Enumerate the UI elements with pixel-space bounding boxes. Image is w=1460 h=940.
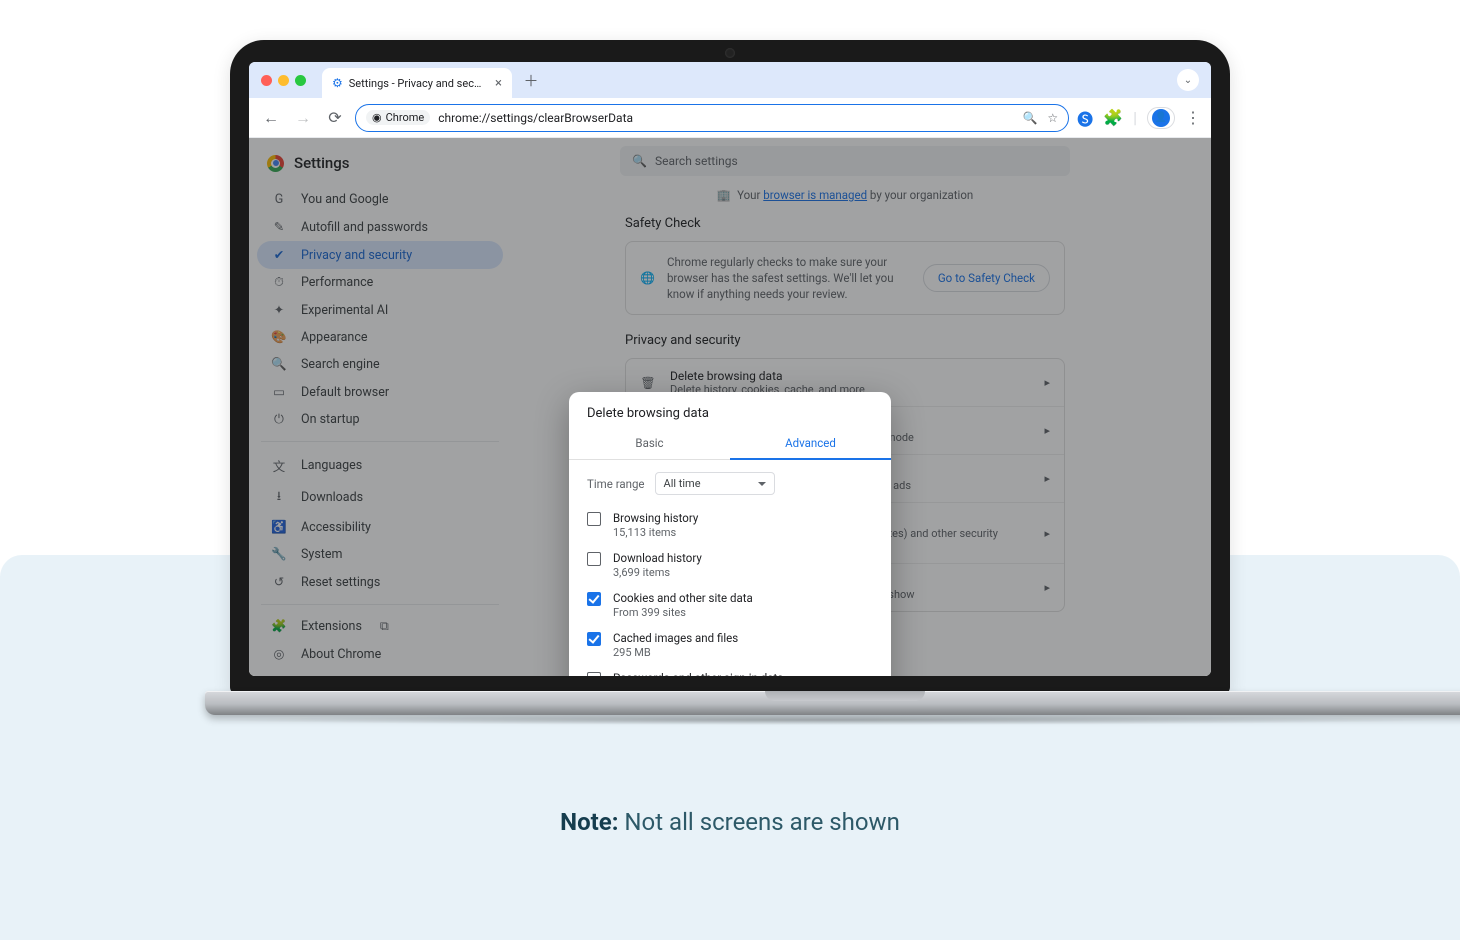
sync-icon[interactable]: 🅢 [1077, 106, 1093, 130]
tab-strip: ⚙ Settings - Privacy and security × ＋ ⌄ [249, 62, 1211, 98]
option-passwords[interactable]: Passwords and other sign-in data8 passwo… [587, 665, 873, 676]
checkbox[interactable] [587, 632, 601, 646]
tab-advanced[interactable]: Advanced [730, 429, 891, 460]
delete-browsing-data-dialog: Delete browsing data Basic Advanced Time… [569, 392, 891, 676]
screen: ⚙ Settings - Privacy and security × ＋ ⌄ … [249, 62, 1211, 676]
laptop-base [205, 691, 1460, 715]
url-text: chrome://settings/clearBrowserData [438, 111, 633, 125]
checkbox[interactable] [587, 552, 601, 566]
tab-basic[interactable]: Basic [569, 429, 730, 459]
new-tab-button[interactable]: ＋ [518, 67, 544, 93]
checkbox[interactable] [587, 592, 601, 606]
profile-button[interactable]: 👤 [1147, 107, 1175, 129]
checkbox[interactable] [587, 512, 601, 526]
avatar-icon: 👤 [1152, 109, 1170, 127]
option-download-history[interactable]: Download history3,699 items [587, 545, 873, 585]
option-browsing-history[interactable]: Browsing history15,113 items [587, 505, 873, 545]
webcam [725, 48, 735, 58]
gear-icon: ⚙ [332, 76, 343, 90]
option-cookies[interactable]: Cookies and other site dataFrom 399 site… [587, 585, 873, 625]
kebab-menu-icon[interactable]: ⋮ [1185, 108, 1201, 127]
checkbox[interactable] [587, 672, 601, 676]
url-field[interactable]: ◉ Chrome chrome://settings/clearBrowserD… [355, 104, 1069, 132]
back-icon[interactable]: ← [259, 106, 283, 130]
tabs-dropdown-icon[interactable]: ⌄ [1177, 69, 1199, 91]
time-range-select[interactable]: All time [655, 472, 775, 495]
forward-icon[interactable]: → [291, 106, 315, 130]
caption: Note: Not all screens are shown [0, 808, 1460, 837]
close-window-icon[interactable] [261, 75, 272, 86]
url-origin-chip: ◉ Chrome [366, 110, 430, 125]
minimize-window-icon[interactable] [278, 75, 289, 86]
dialog-title: Delete browsing data [569, 404, 891, 429]
reload-icon[interactable]: ⟳ [323, 106, 347, 130]
browser-tab[interactable]: ⚙ Settings - Privacy and security × [322, 68, 512, 98]
window-controls [261, 75, 306, 86]
extensions-icon[interactable]: 🧩 [1103, 108, 1123, 127]
option-cached[interactable]: Cached images and files295 MB [587, 625, 873, 665]
time-range-label: Time range [587, 477, 645, 491]
close-tab-icon[interactable]: × [495, 76, 502, 91]
zoom-icon[interactable]: 🔍 [1022, 111, 1037, 125]
address-bar: ← → ⟳ ◉ Chrome chrome://settings/clearBr… [249, 98, 1211, 138]
bookmark-icon[interactable]: ☆ [1047, 111, 1058, 125]
maximize-window-icon[interactable] [295, 75, 306, 86]
tab-title: Settings - Privacy and security [349, 77, 485, 90]
